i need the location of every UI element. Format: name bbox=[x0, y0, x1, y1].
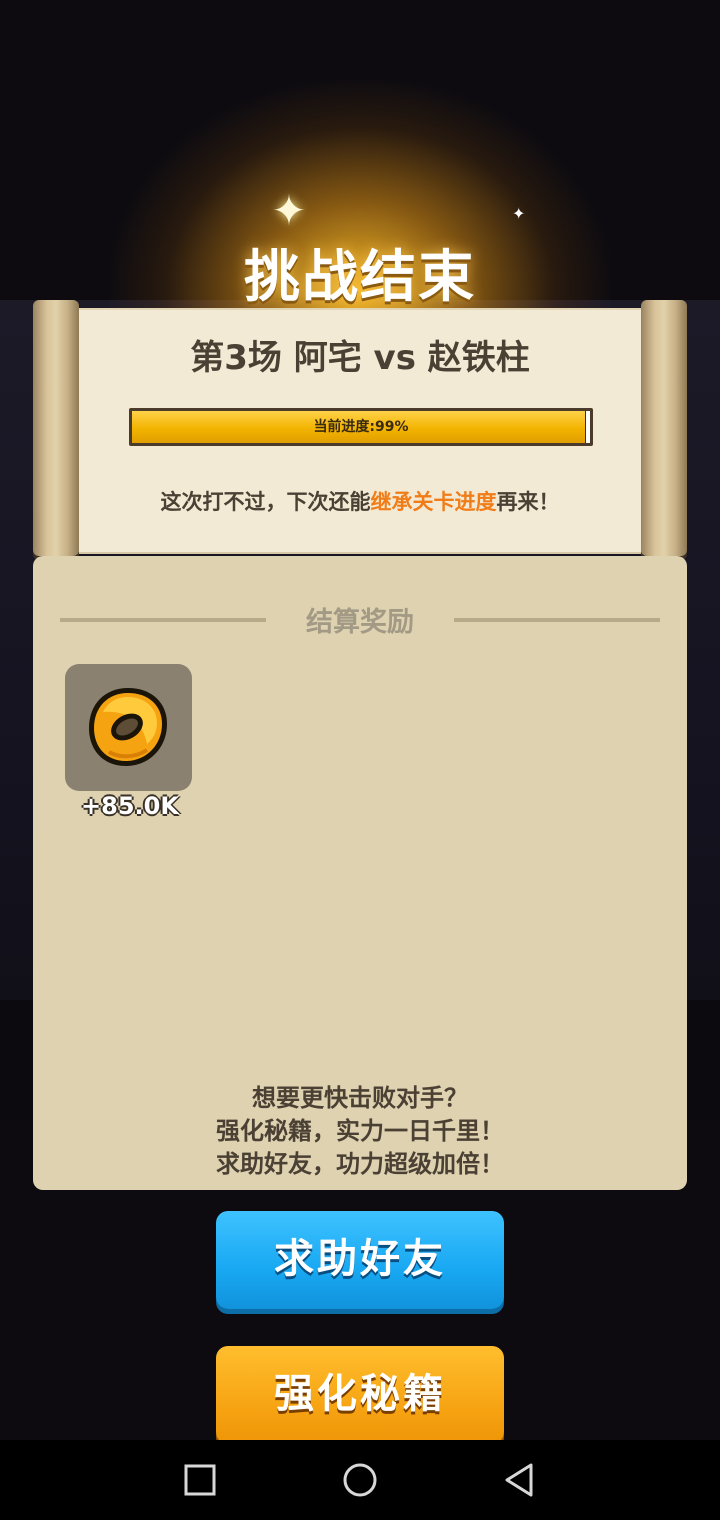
reward-amount: +85.0K bbox=[81, 792, 179, 820]
recents-square-icon[interactable] bbox=[179, 1459, 221, 1501]
divider-right bbox=[454, 618, 660, 622]
sparkle-icon: ✦ bbox=[271, 186, 307, 235]
coin-icon bbox=[89, 688, 167, 766]
reward-item[interactable] bbox=[65, 664, 192, 791]
page-title: 挑战结束 bbox=[244, 245, 476, 310]
retry-suffix: 再来！ bbox=[496, 490, 560, 514]
progress-bar: 当前进度:99% bbox=[129, 408, 593, 446]
tip-line-3: 求助好友，功力超级加倍！ bbox=[216, 1150, 504, 1178]
retry-message: 这次打不过，下次还能继承关卡进度再来！ bbox=[64, 486, 656, 516]
boost-skill-button[interactable]: 强化秘籍 bbox=[216, 1346, 504, 1444]
match-title: 第3场 阿宅 vs 赵铁柱 bbox=[190, 338, 530, 378]
tip-line-2: 强化秘籍，实力一日千里！ bbox=[216, 1117, 504, 1145]
retry-prefix: 这次打不过，下次还能 bbox=[160, 490, 371, 514]
sparkle-small-icon: ✦ bbox=[512, 204, 526, 223]
retry-highlight: 继承关卡进度 bbox=[370, 490, 497, 514]
progress-label: 当前进度:99% bbox=[313, 419, 409, 435]
divider-left bbox=[60, 618, 266, 622]
back-triangle-icon[interactable] bbox=[499, 1459, 541, 1501]
help-friend-button[interactable]: 求助好友 bbox=[216, 1211, 504, 1309]
home-circle-icon[interactable] bbox=[339, 1459, 381, 1501]
reward-section-title: 结算奖励 bbox=[306, 607, 414, 638]
tips-text: 想要更快击败对手？ 强化秘籍，实力一日千里！ 求助好友，功力超级加倍！ bbox=[33, 1082, 687, 1181]
tip-line-1: 想要更快击败对手？ bbox=[252, 1084, 468, 1112]
